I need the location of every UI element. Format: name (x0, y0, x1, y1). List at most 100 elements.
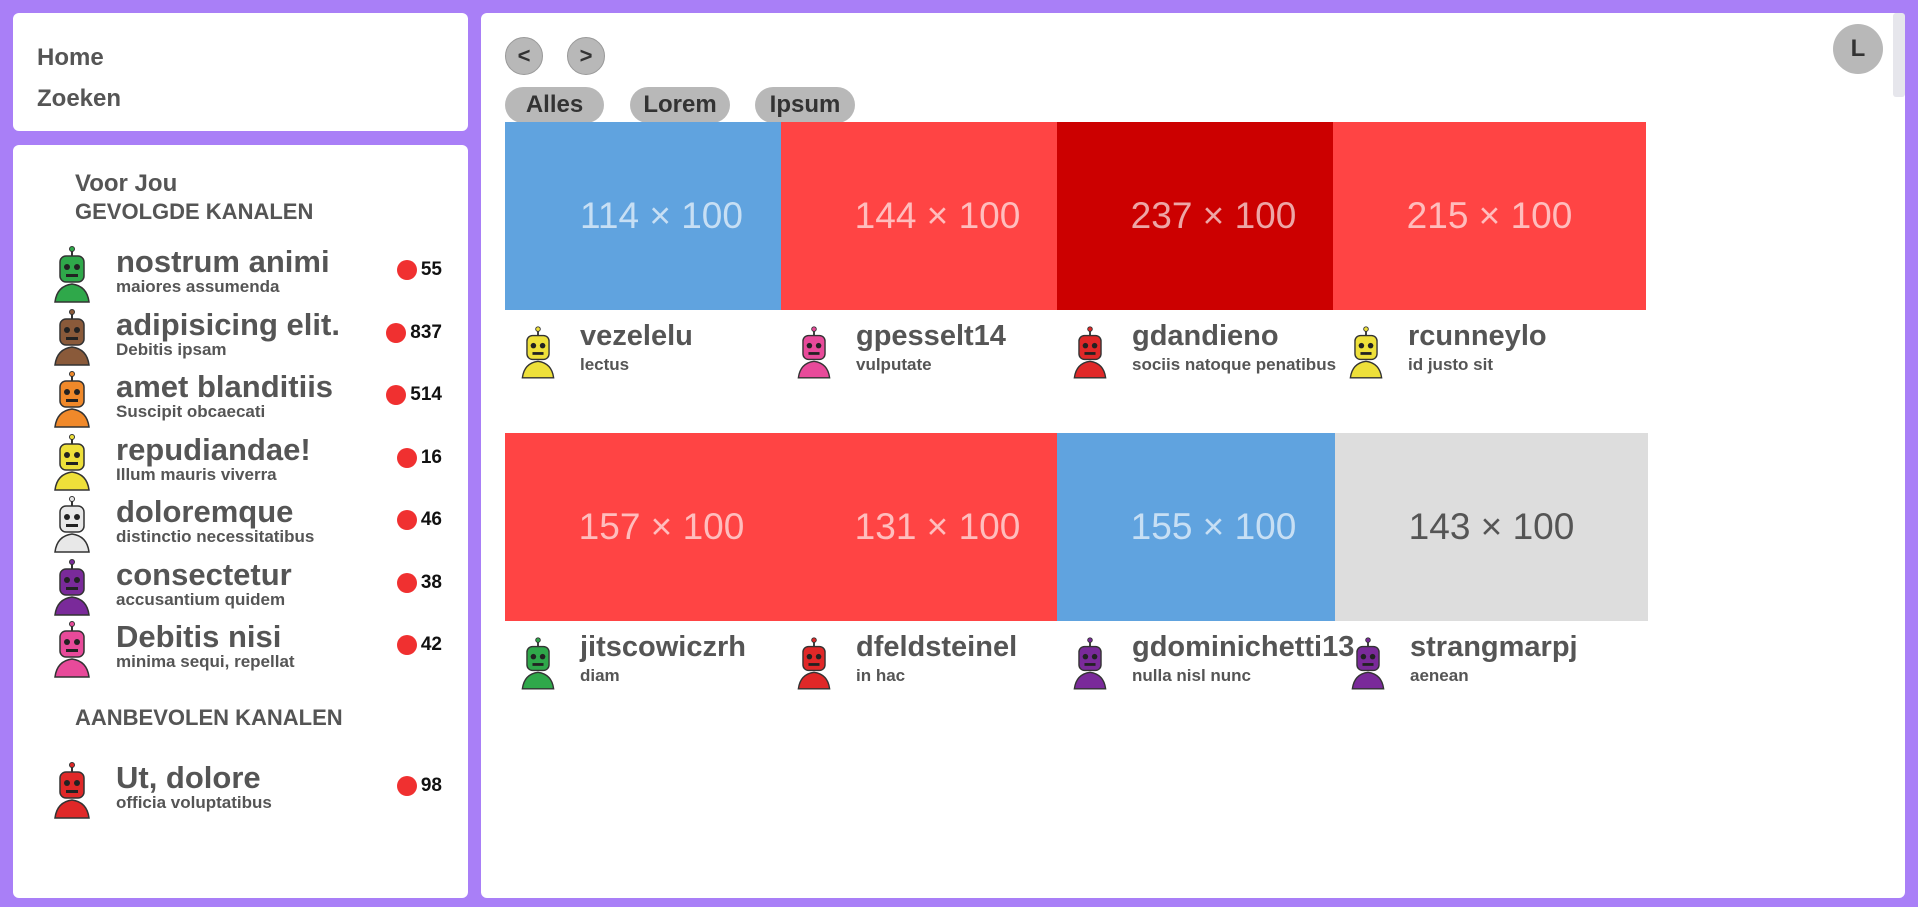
voor-jou-heading: Voor Jou (75, 170, 178, 197)
video-thumbnail[interactable]: 131 × 100 (781, 433, 1094, 621)
video-subtitle: lectus (580, 355, 630, 374)
nav-zoeken-link[interactable]: Zoeken (37, 78, 444, 119)
live-dot-icon (386, 322, 407, 343)
video-thumbnail[interactable]: 157 × 100 (505, 433, 818, 621)
thumbnail-placeholder-label: 215 × 100 (1406, 195, 1573, 236)
robot-avatar-icon[interactable] (515, 326, 561, 380)
video-card[interactable]: 143 × 100 strangmarpj aenean (1335, 433, 1649, 703)
channels-sidebar: Voor Jou GEVOLGDE KANALEN nostrum animi m… (13, 145, 468, 898)
live-dot-icon (386, 385, 407, 405)
video-thumbnail[interactable]: 155 × 100 (1057, 433, 1370, 621)
video-subtitle: in hac (856, 666, 906, 685)
channel-name[interactable]: gdandieno (1132, 320, 1279, 353)
video-thumbnail[interactable]: 143 × 100 (1335, 433, 1648, 621)
live-dot-icon (396, 572, 417, 593)
robot-avatar-icon[interactable] (1067, 637, 1113, 691)
channel-name[interactable]: rcunneylo (1408, 320, 1547, 353)
viewer-count: 42 (396, 634, 442, 656)
video-card[interactable]: 155 × 100 gdominichetti13 nulla nisl nunc (1057, 433, 1371, 703)
recommended-channels-list: Ut, dolore officia voluptatibus 98 (38, 761, 443, 825)
video-thumbnail[interactable]: 144 × 100 (781, 122, 1094, 310)
robot-avatar-icon[interactable] (515, 637, 561, 691)
viewer-count-number: 46 (420, 509, 442, 530)
nav-panel: Home Zoeken (13, 13, 468, 131)
video-thumbnail[interactable]: 215 × 100 (1333, 122, 1646, 310)
pink-robot-avatar (46, 621, 98, 679)
thumbnail-placeholder-label: 114 × 100 (580, 195, 743, 236)
video-subtitle: diam (580, 666, 620, 685)
viewer-count: 16 (396, 447, 442, 469)
video-subtitle: sociis natoque penatibus (1132, 355, 1337, 374)
channel-subtitle: distinctio necessitatibus (116, 527, 315, 546)
gevolgde-kanalen-heading: GEVOLGDE KANALEN (75, 199, 314, 224)
live-dot-icon (396, 510, 417, 530)
channel-item[interactable]: nostrum animi maiores assumenda 55 (38, 246, 443, 309)
channel-subtitle: minima sequi, repellat (116, 652, 295, 671)
channel-subtitle: Illum mauris viverra (116, 464, 277, 484)
video-thumbnail[interactable]: 114 × 100 (505, 122, 818, 310)
channel-name: Debitis nisi (116, 619, 282, 654)
yellow-robot-avatar (46, 433, 98, 492)
robot-avatar-icon[interactable] (1345, 637, 1391, 691)
channel-name[interactable]: gpesselt14 (856, 320, 1006, 353)
viewer-count-number: 38 (420, 571, 442, 593)
viewer-count: 514 (386, 384, 442, 406)
viewer-count-number: 837 (410, 321, 442, 343)
video-card[interactable]: 114 × 100 vezelelu lectus (505, 122, 819, 392)
channel-subtitle: accusantium quidem (116, 589, 286, 609)
channel-name[interactable]: dfeldsteinel (856, 631, 1017, 664)
viewer-count-number: 55 (420, 259, 442, 280)
channel-name[interactable]: jitscowiczrh (580, 631, 746, 664)
video-subtitle: vulputate (856, 355, 932, 374)
back-button[interactable]: < (505, 37, 543, 75)
video-card[interactable]: 237 × 100 gdandieno sociis natoque penatib… (1057, 122, 1371, 392)
channel-item[interactable]: Ut, dolore officia voluptatibus 98 (38, 761, 443, 825)
video-subtitle: nulla nisl nunc (1132, 666, 1252, 685)
channel-name[interactable]: gdominichetti13 (1132, 631, 1354, 664)
channel-item[interactable]: consectetur accusantium quidem 38 (38, 556, 443, 622)
green-robot-avatar (46, 246, 98, 304)
channel-item[interactable]: adipisicing elit. Debitis ipsam 837 (38, 308, 443, 372)
thumbnail-placeholder-label: 144 × 100 (854, 195, 1021, 236)
live-dot-icon (396, 635, 417, 655)
channel-name: doloremque (116, 494, 294, 529)
robot-avatar-icon[interactable] (1343, 326, 1389, 380)
channel-name: consectetur (116, 556, 292, 592)
channel-name[interactable]: vezelelu (580, 320, 693, 353)
filter-alles[interactable]: Alles (505, 87, 604, 123)
video-thumbnail[interactable]: 237 × 100 (1057, 122, 1370, 310)
channel-item[interactable]: amet blanditiis Suscipit obcaecati 514 (38, 371, 443, 434)
video-card[interactable]: 215 × 100 rcunneylo id justo sit (1333, 122, 1647, 392)
video-subtitle: aenean (1410, 666, 1469, 685)
channel-item[interactable]: repudiandae! Illum mauris viverra 16 (38, 433, 443, 497)
channel-item[interactable]: doloremque distinctio necessitatibus 46 (38, 496, 443, 559)
channel-name[interactable]: strangmarpj (1410, 631, 1578, 664)
robot-avatar-icon[interactable] (791, 637, 837, 691)
filter-lorem[interactable]: Lorem (630, 87, 730, 123)
scrollbar-thumb[interactable] (1893, 13, 1905, 97)
user-avatar[interactable]: L (1833, 24, 1883, 74)
white-robot-avatar (46, 496, 98, 554)
viewer-count: 38 (396, 571, 442, 594)
viewer-count-number: 98 (420, 774, 442, 796)
thumbnail-placeholder-label: 157 × 100 (578, 506, 745, 547)
channel-name: nostrum animi (116, 244, 330, 279)
viewer-count-number: 514 (410, 384, 442, 405)
viewer-count: 55 (396, 259, 442, 281)
video-card[interactable]: 157 × 100 jitscowiczrh diam (505, 433, 819, 703)
nav-home-link[interactable]: Home (37, 37, 444, 78)
video-card[interactable]: 131 × 100 dfeldsteinel in hac (781, 433, 1095, 703)
channel-item[interactable]: Debitis nisi minima sequi, repellat 42 (38, 621, 443, 684)
video-subtitle: id justo sit (1408, 355, 1493, 374)
robot-avatar-icon[interactable] (791, 326, 837, 380)
viewer-count-number: 42 (420, 634, 442, 655)
forward-button[interactable]: > (567, 37, 605, 75)
robot-avatar-icon[interactable] (1067, 326, 1113, 380)
live-dot-icon (396, 447, 417, 468)
aanbevolen-kanalen-heading: AANBEVOLEN KANALEN (75, 704, 343, 730)
live-dot-icon (396, 775, 417, 796)
brown-robot-avatar (46, 308, 98, 367)
video-card[interactable]: 144 × 100 gpesselt14 vulputate (781, 122, 1095, 392)
filter-ipsum[interactable]: Ipsum (755, 87, 855, 123)
thumbnail-placeholder-label: 143 × 100 (1408, 506, 1575, 547)
